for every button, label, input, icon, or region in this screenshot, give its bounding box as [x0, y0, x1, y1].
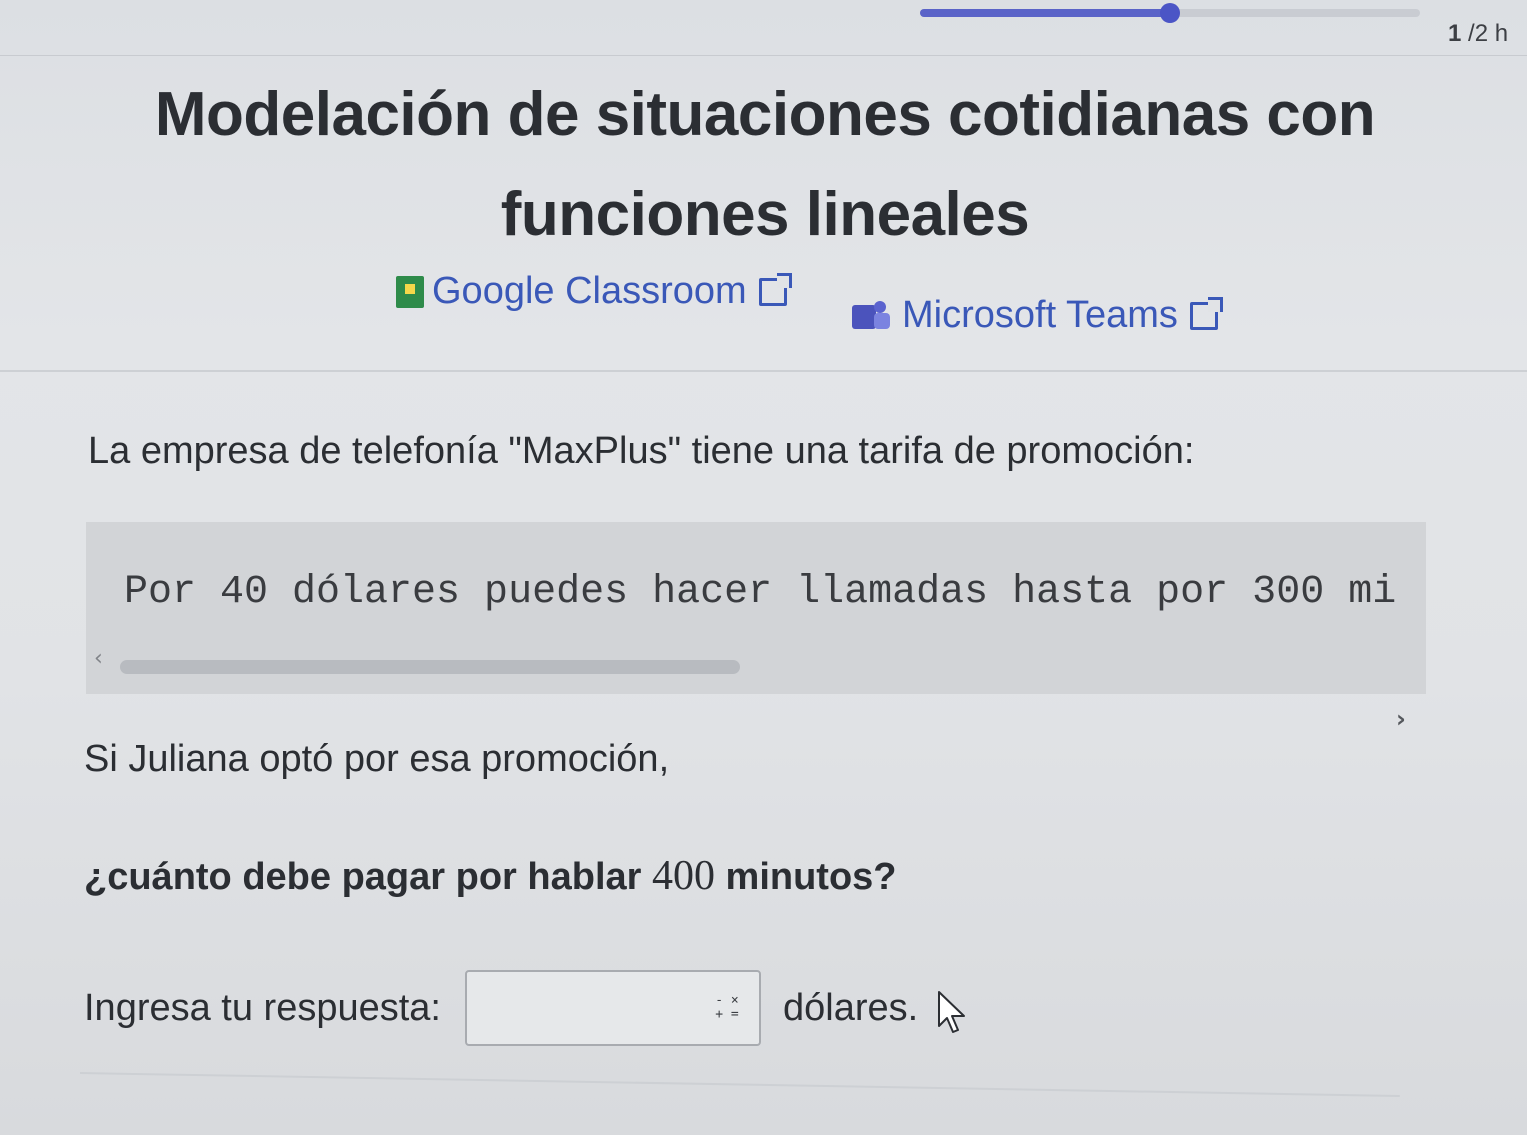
problem-question: ¿cuánto debe pagar por hablar 400 minuto…: [84, 852, 897, 900]
math-keyboard-icon[interactable]: - × + =: [705, 990, 749, 1026]
page-current: 1: [1448, 20, 1462, 47]
problem-intro: La empresa de telefonía "MaxPlus" tiene …: [88, 430, 1195, 472]
answer-input[interactable]: [475, 980, 699, 1036]
question-text-before: ¿cuánto debe pagar por hablar: [84, 856, 652, 898]
horizontal-scrollbar[interactable]: [120, 660, 740, 674]
external-link-icon: [1189, 296, 1223, 330]
page-counter: 1 /2 h: [1448, 20, 1508, 48]
microsoft-teams-icon: [852, 300, 892, 331]
page-title: Modelación de situaciones cotidianas con…: [154, 80, 1376, 249]
mouse-pointer-icon: [938, 991, 965, 1033]
top-divider: [0, 55, 1527, 56]
question-number: 400: [651, 853, 715, 899]
chevron-left-icon[interactable]: ‹: [94, 646, 103, 671]
answer-unit: dólares.: [783, 986, 919, 1029]
share-links: Google Classroom Microsoft Teams: [0, 268, 1527, 336]
question-text-after: minutos?: [714, 856, 897, 898]
code-text: Por 40 dólares puedes hacer llamadas has…: [124, 570, 1397, 615]
problem-line-1: Si Juliana optó por esa promoción,: [84, 738, 670, 780]
answer-row: Ingresa tu respuesta: - × + = dólares.: [84, 968, 918, 1048]
google-classroom-icon: [396, 275, 424, 308]
code-block[interactable]: Por 40 dólares puedes hacer llamadas has…: [86, 522, 1426, 694]
progress-bar: [920, 3, 1420, 23]
google-classroom-link[interactable]: Google Classroom: [396, 270, 792, 313]
bottom-divider: [79, 1072, 1400, 1098]
progress-bar-fill: [920, 9, 1170, 17]
page-rest: /2 h: [1461, 20, 1509, 47]
chevron-right-icon[interactable]: ›: [1396, 705, 1406, 733]
progress-knob: [1160, 3, 1180, 23]
math-keyboard-top: - ×: [715, 993, 739, 1008]
external-link-icon: [758, 272, 792, 306]
google-classroom-label: Google Classroom: [432, 270, 747, 312]
answer-field[interactable]: - × + =: [465, 970, 761, 1046]
microsoft-teams-link[interactable]: Microsoft Teams: [852, 294, 1223, 337]
section-divider: [0, 370, 1527, 372]
math-keyboard-bottom: + =: [715, 1007, 739, 1022]
microsoft-teams-label: Microsoft Teams: [902, 294, 1178, 336]
answer-label: Ingresa tu respuesta:: [84, 986, 441, 1029]
